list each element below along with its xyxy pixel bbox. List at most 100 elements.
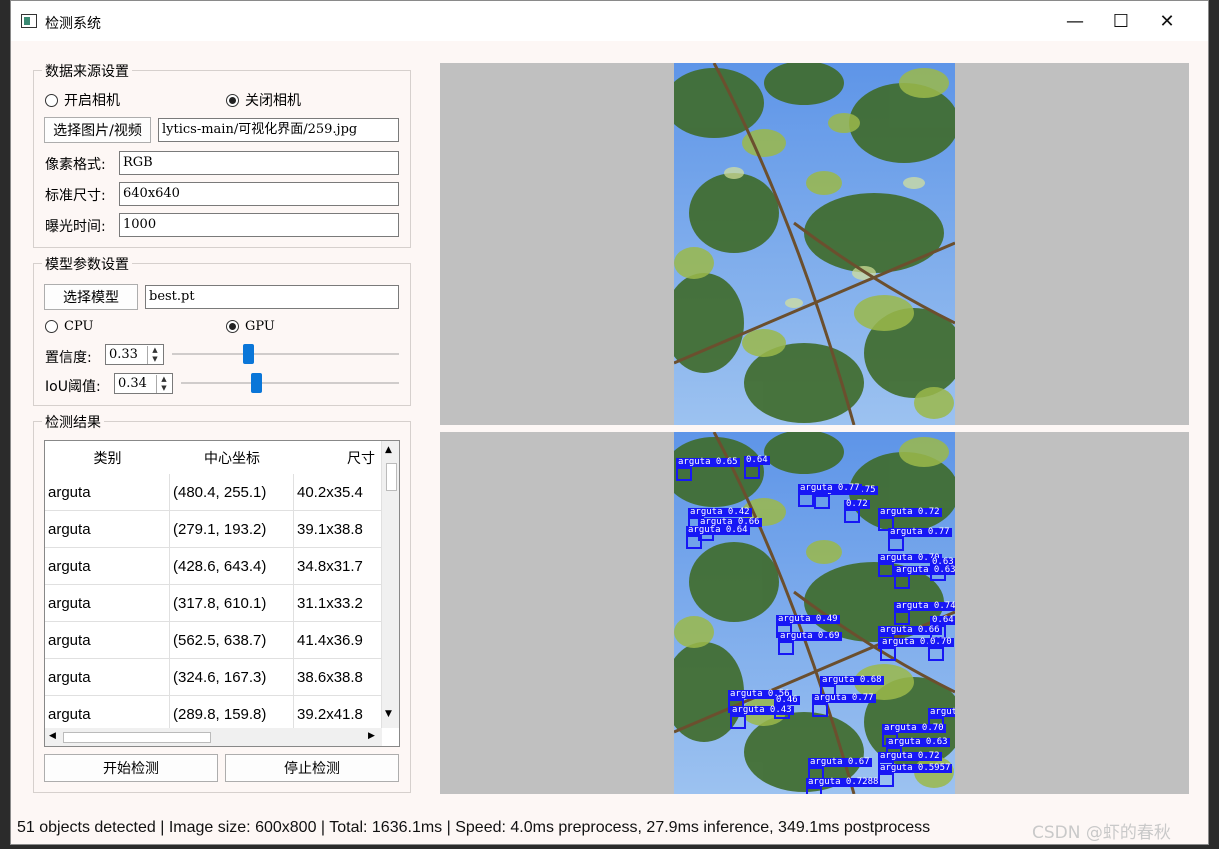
detection-label: arguta 0.65 [676, 457, 740, 467]
spin-arrows-icon[interactable]: ▲ ▼ [147, 346, 162, 364]
hscrollbar-thumb[interactable] [63, 732, 211, 743]
table-cell[interactable]: arguta [45, 622, 170, 659]
confidence-spinbox[interactable]: 0.33 ▲ ▼ [105, 344, 164, 365]
close-camera-radio[interactable]: 关闭相机 [226, 90, 301, 110]
table-cell[interactable]: (428.6, 643.4) [170, 548, 294, 585]
detection-label: arguta 0.7288 [806, 777, 881, 787]
iou-slider-track[interactable] [181, 382, 399, 384]
detection-box [798, 493, 814, 507]
gpu-radio[interactable]: GPU [226, 319, 275, 334]
source-path-field[interactable]: lytics-main/可视化界面/259.jpg [158, 118, 399, 142]
table-cell[interactable]: arguta [45, 474, 170, 511]
detection-box [894, 611, 910, 625]
detection-image-pane: arguta 0.65 0.64 arguta 0.75 arguta 0.77 0.7… [440, 432, 1189, 794]
detection-label: arguta 0.77 [812, 693, 876, 703]
table-cell[interactable]: arguta [45, 585, 170, 622]
detection-label: arguta 0.5957 [878, 763, 953, 773]
confidence-value: 0.33 [109, 347, 138, 362]
detection-label: arguta 0.72 [878, 751, 942, 761]
detection-label: arguta 0.63 [894, 566, 955, 575]
close-button[interactable]: ✕ [1144, 1, 1190, 41]
table-cell[interactable]: arguta [45, 548, 170, 585]
table-cell[interactable]: 31.1x33.2 [294, 585, 382, 622]
model-path-field[interactable]: best.pt [145, 285, 399, 309]
iou-slider-handle[interactable] [251, 373, 262, 393]
scroll-left-icon[interactable]: ◀ [49, 731, 56, 741]
detection-label: arguta 0.77 [888, 527, 952, 537]
standard-size-field[interactable]: 640x640 [119, 182, 399, 206]
start-detection-button[interactable]: 开始检测 [44, 754, 218, 782]
original-image-pane [440, 63, 1189, 425]
window-title: 检测系统 [45, 16, 101, 32]
confidence-slider-handle[interactable] [243, 344, 254, 364]
detection-box [880, 647, 896, 661]
table-cell[interactable]: (279.1, 193.2) [170, 511, 294, 548]
table-cell[interactable]: 34.8x31.7 [294, 548, 382, 585]
iou-spinbox[interactable]: 0.34 ▲ ▼ [114, 373, 173, 394]
maximize-button[interactable]: ☐ [1098, 1, 1144, 41]
detection-label: arguta 0.64 [686, 525, 750, 535]
table-cell[interactable]: 39.1x38.8 [294, 511, 382, 548]
scroll-right-icon[interactable]: ▶ [368, 731, 375, 741]
detection-box [894, 575, 910, 589]
scroll-up-icon[interactable]: ▲ [385, 445, 392, 455]
open-camera-label: 开启相机 [64, 93, 120, 109]
cpu-radio[interactable]: CPU [45, 319, 93, 334]
confidence-slider-track[interactable] [172, 353, 399, 355]
detection-box [878, 563, 894, 577]
detection-label: 0.70 [928, 637, 954, 647]
status-bar-text: 51 objects detected | Image size: 600x80… [17, 819, 931, 836]
exposure-time-field[interactable]: 1000 [119, 213, 399, 237]
table-cell[interactable]: 38.6x38.8 [294, 659, 382, 696]
scroll-down-icon[interactable]: ▼ [385, 709, 392, 719]
radio-indicator-selected [226, 320, 239, 333]
open-camera-radio[interactable]: 开启相机 [45, 90, 120, 110]
scrollbar-thumb[interactable] [386, 463, 397, 491]
detection-box [676, 467, 692, 481]
gpu-label: GPU [245, 319, 275, 334]
table-cell[interactable]: (317.8, 610.1) [170, 585, 294, 622]
detection-box [806, 787, 822, 794]
results-table[interactable]: 类别 中心坐标 尺寸 arguta (480.4, 255.1) 40.2x35.4… [44, 440, 400, 747]
table-cell[interactable]: 41.4x36.9 [294, 622, 382, 659]
horizontal-scrollbar[interactable]: ◀ ▶ [45, 728, 382, 746]
pixel-format-field[interactable]: RGB [119, 151, 399, 175]
vertical-scrollbar[interactable]: ▲ ▼ [382, 441, 399, 728]
detection-label: arguta 0.74 [894, 602, 955, 611]
close-camera-label: 关闭相机 [245, 93, 301, 109]
table-cell[interactable]: arguta [45, 659, 170, 696]
table-cell[interactable]: 40.2x35.4 [294, 474, 382, 511]
detection-box [730, 715, 746, 729]
select-model-button[interactable]: 选择模型 [44, 284, 138, 310]
detection-label: arguta 0.43 [730, 705, 794, 715]
radio-indicator [45, 93, 58, 107]
column-header-size[interactable]: 尺寸 [294, 441, 382, 474]
iou-label: IoU阈值: [45, 379, 101, 395]
column-header-class[interactable]: 类别 [45, 441, 171, 474]
detection-label: arguta 0.77 [798, 483, 862, 493]
table-cell[interactable]: arguta [45, 511, 170, 548]
table-cell[interactable]: (480.4, 255.1) [170, 474, 294, 511]
detection-label: arguta 0.69 [778, 631, 842, 641]
stop-detection-button[interactable]: 停止检测 [225, 754, 399, 782]
detection-label: 0.72 [844, 499, 870, 509]
pixel-format-label: 像素格式: [45, 157, 106, 173]
table-cell[interactable]: (324.6, 167.3) [170, 659, 294, 696]
exposure-time-label: 曝光时间: [45, 219, 106, 235]
detection-label: arguta 0.49 [776, 614, 840, 624]
detection-label: arguta 0.66 [878, 625, 942, 635]
detection-box [844, 509, 860, 523]
minimize-button[interactable]: — [1052, 1, 1098, 41]
select-image-video-button[interactable]: 选择图片/视频 [44, 117, 151, 143]
results-title: 检测结果 [42, 412, 104, 432]
column-header-center[interactable]: 中心坐标 [170, 441, 295, 474]
table-cell[interactable]: (562.5, 638.7) [170, 622, 294, 659]
detection-label: arguta 0.42 [688, 507, 752, 517]
detection-label: arguta 0.70 [882, 723, 946, 733]
title-bar: 检测系统 — ☐ ✕ [11, 1, 1208, 41]
spin-arrows-icon[interactable]: ▲ ▼ [156, 375, 171, 393]
detection-box [686, 535, 702, 549]
detection-label: arguta 0.67 [808, 757, 872, 767]
model-settings-title: 模型参数设置 [42, 254, 132, 274]
detection-label: arguta 0.63 [886, 737, 950, 747]
